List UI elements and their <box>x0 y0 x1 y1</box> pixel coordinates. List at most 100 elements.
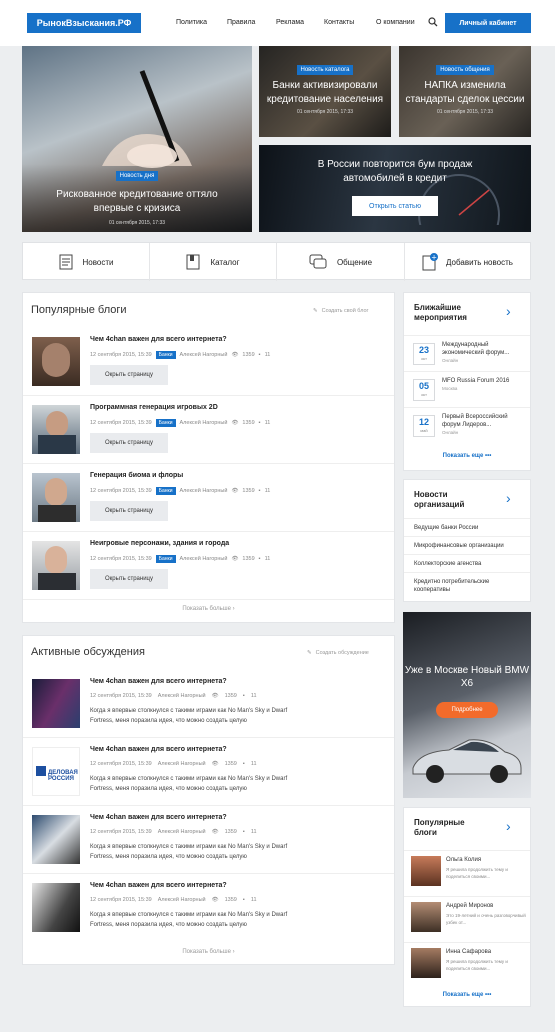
blog-title[interactable]: Программная генерация игровых 2D <box>90 404 218 411</box>
discussion-title[interactable]: Чем 4chan важен для всего интернета? <box>90 814 227 821</box>
org-news-item[interactable]: Микрофинансовые организации <box>404 536 530 554</box>
discussion-author[interactable]: Алексей Нагорный <box>158 829 206 835</box>
blog-author-photo[interactable] <box>32 337 80 386</box>
add-document-icon: + <box>422 253 439 271</box>
blog-row: Чем 4chan важен для всего интернета? 12 … <box>23 328 394 396</box>
hero-wide-title: В России повторится бум продаж автомобил… <box>317 159 473 184</box>
create-blog-link[interactable]: ✎ Создать свой блог <box>313 308 369 314</box>
blog-author[interactable]: Алексей Нагорный <box>180 420 228 426</box>
discussion-title[interactable]: Чем 4chan важен для всего интернета? <box>90 882 227 889</box>
open-page-button[interactable]: Окрыть страницу <box>90 569 168 589</box>
blog-author-photo[interactable] <box>32 405 80 454</box>
open-page-button[interactable]: Окрыть страницу <box>90 433 168 453</box>
search-icon[interactable] <box>428 17 438 27</box>
blog-tag[interactable]: Банки <box>155 351 176 359</box>
org-news-item[interactable]: Коллекторские агенства <box>404 554 530 572</box>
category-news[interactable]: Новости <box>23 243 150 281</box>
open-article-button[interactable]: Открыть статью <box>352 196 438 216</box>
sidebar-blogs-show-more-label: Показать еще <box>442 992 484 998</box>
nav-about[interactable]: О компании <box>376 19 415 26</box>
discussion-title[interactable]: Чем 4chan важен для всего интернета? <box>90 746 227 753</box>
event-day: 12 <box>418 417 429 427</box>
blog-tag[interactable]: Банки <box>155 555 176 563</box>
event-item[interactable]: 12 май Первый Всероссийский форум Лидеров… <box>404 407 530 443</box>
chevron-right-icon[interactable]: › <box>506 303 511 319</box>
sidebar-blog-item[interactable]: Ольга Колия Я решила продолжить тему и п… <box>404 850 530 896</box>
sidebar-blog-item[interactable]: Андрей Миронов Это 19-летний и очень раз… <box>404 896 530 942</box>
open-page-button[interactable]: Окрыть страницу <box>90 501 168 521</box>
site-logo[interactable]: РынокВзыскания.РФ <box>27 13 141 33</box>
discussion-views: 1359 <box>224 829 237 835</box>
show-more-blogs[interactable]: Показать больше › <box>23 606 394 612</box>
event-day: 23 <box>418 345 429 355</box>
discussion-author[interactable]: Алексей Нагорный <box>158 897 206 903</box>
chevron-right-icon[interactable]: › <box>506 818 511 834</box>
hero-discussion-badge: Новость общения <box>436 65 494 75</box>
sidebar-blog-excerpt: Это 19-летний и очень разговорчивый узбе… <box>446 913 526 925</box>
personal-cabinet-button[interactable]: Личный кабинет <box>445 13 531 33</box>
org-news-item-label: Микрофинансовые организации <box>414 543 504 549</box>
pencil-icon: ✎ <box>307 650 312 656</box>
eye-icon: 👁 <box>231 420 239 426</box>
book-icon <box>186 254 200 270</box>
event-title: Первый Всероссийский форум Лидеров... <box>442 414 508 428</box>
discussion-author[interactable]: Алексей Нагорный <box>158 693 206 699</box>
org-news-item[interactable]: Ведущие банки России <box>404 518 530 536</box>
event-place: Онлайн <box>442 430 459 435</box>
sidebar-blog-author: Андрей Миронов <box>446 903 494 909</box>
sidebar-blog-item[interactable]: Инна Сафарова Я решила продолжить тему и… <box>404 942 530 986</box>
nav-rules[interactable]: Правила <box>227 19 255 26</box>
nav-ads[interactable]: Реклама <box>276 19 304 26</box>
blog-tag[interactable]: Банки <box>155 419 176 427</box>
show-more-discussions[interactable]: Показать больше › <box>23 949 394 955</box>
eye-icon: 👁 <box>211 897 219 903</box>
discussion-author[interactable]: Алексей Нагорный <box>158 761 206 767</box>
blog-author[interactable]: Алексей Нагорный <box>180 488 228 494</box>
bmw-ad-banner[interactable]: Уже в Москве Новый BMW X6 Подробнее <box>403 612 531 798</box>
car-image <box>412 739 522 783</box>
discussion-thumbnail[interactable] <box>32 815 80 864</box>
comment-icon: ▪ <box>242 829 245 835</box>
popular-blogs-heading: Популярные блоги <box>31 304 127 316</box>
category-community[interactable]: Общение <box>277 243 405 281</box>
blog-title[interactable]: Генерация биома и флоры <box>90 472 183 479</box>
discussion-views: 1359 <box>224 693 237 699</box>
hero-wide-news[interactable]: В России повторится бум продаж автомобил… <box>259 145 531 232</box>
nav-politics[interactable]: Политика <box>176 19 207 26</box>
hero-discussion-date: 01 сентября 2015, 17:33 <box>436 109 494 115</box>
category-catalog[interactable]: Каталог <box>150 243 277 281</box>
event-item[interactable]: 23 окт Международный экономический форум.… <box>404 335 530 371</box>
category-community-label: Общение <box>336 257 373 267</box>
chevron-right-icon[interactable]: › <box>506 490 511 506</box>
blog-title[interactable]: Неигровые персонажи, здания и города <box>90 540 229 547</box>
discussion-thumbnail[interactable] <box>32 679 80 728</box>
category-add-news[interactable]: + Добавить новость <box>405 243 530 281</box>
discussion-thumbnail[interactable] <box>32 883 80 932</box>
events-show-more[interactable]: Показать еще ••• <box>404 453 530 459</box>
event-item[interactable]: 05 окт MFO Russia Forum 2016 Москва <box>404 371 530 407</box>
blog-tag[interactable]: Банки <box>155 487 176 495</box>
nav-contacts[interactable]: Контакты <box>324 19 354 26</box>
hero-discussion-news[interactable]: Новость общения НАПКА изменила стандарты… <box>399 46 531 137</box>
hero-main-news[interactable]: Новость дня Рискованное кредитование отт… <box>22 46 252 232</box>
blog-date: 12 сентября 2015, 15:39 <box>90 420 152 426</box>
blog-comments: 11 <box>264 488 271 494</box>
sidebar-blog-author: Инна Сафарова <box>446 949 492 955</box>
create-discussion-link[interactable]: ✎ Создать обсуждение <box>307 650 369 656</box>
blog-author[interactable]: Алексей Нагорный <box>180 556 228 562</box>
blog-title[interactable]: Чем 4chan важен для всего интернета? <box>90 336 227 343</box>
comment-icon: ▪ <box>242 897 245 903</box>
blog-author[interactable]: Алексей Нагорный <box>180 352 228 358</box>
sidebar-blogs-show-more[interactable]: Показать еще ••• <box>404 992 530 998</box>
blog-author-photo[interactable] <box>32 473 80 522</box>
open-page-button[interactable]: Окрыть страницу <box>90 365 168 385</box>
ad-details-button[interactable]: Подробнее <box>436 702 498 718</box>
category-news-label: Новости <box>82 257 114 267</box>
org-news-item[interactable]: Кредитно потребительские кооперативы <box>404 572 530 601</box>
blog-author-photo[interactable] <box>32 541 80 590</box>
eye-icon: 👁 <box>211 761 219 767</box>
hero-catalog-news[interactable]: Новость каталога Банки активизировали кр… <box>259 46 391 137</box>
discussion-thumbnail[interactable]: ДЕЛОВАЯ РОССИЯ <box>32 747 80 796</box>
discussion-title[interactable]: Чем 4chan важен для всего интернета? <box>90 678 227 685</box>
sidebar-blog-author: Ольга Колия <box>446 857 482 863</box>
